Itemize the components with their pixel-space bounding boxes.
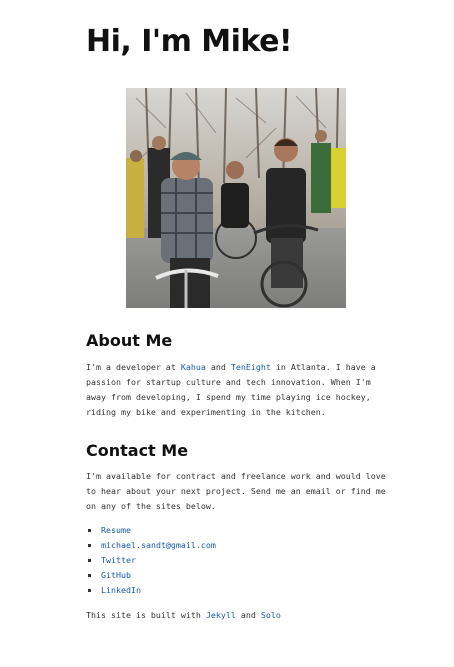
footer: This site is built with Jekyll and Solo (86, 608, 281, 623)
list-item: Twitter (86, 553, 216, 568)
list-item: GitHub (86, 568, 216, 583)
list-item: Resume (86, 523, 216, 538)
list-item: michael.sandt@gmail.com (86, 538, 216, 553)
profile-photo (126, 88, 346, 308)
github-link[interactable]: GitHub (101, 570, 131, 580)
footer-and-text: and (235, 610, 261, 620)
about-heading: About Me (86, 331, 173, 350)
teneight-link[interactable]: TenEight (231, 362, 271, 372)
linkedin-link[interactable]: LinkedIn (101, 585, 141, 595)
solo-link[interactable]: Solo (261, 610, 281, 620)
resume-link[interactable]: Resume (101, 525, 131, 535)
page-title: Hi, I'm Mike! (86, 24, 293, 59)
about-paragraph: I'm a developer at Kahua and TenEight in… (86, 360, 386, 420)
list-item: LinkedIn (86, 583, 216, 598)
footer-prefix-text: This site is built with (86, 610, 206, 620)
contact-heading: Contact Me (86, 441, 189, 460)
email-link[interactable]: michael.sandt@gmail.com (101, 540, 216, 550)
jekyll-link[interactable]: Jekyll (206, 610, 236, 620)
contact-paragraph: I'm available for contract and freelance… (86, 471, 386, 511)
kahua-link[interactable]: Kahua (181, 362, 206, 372)
contact-links-list: Resume michael.sandt@gmail.com Twitter G… (86, 523, 216, 598)
about-and-text: and (205, 362, 231, 372)
twitter-link[interactable]: Twitter (101, 555, 136, 565)
about-intro-text: I'm a developer at (86, 362, 181, 372)
